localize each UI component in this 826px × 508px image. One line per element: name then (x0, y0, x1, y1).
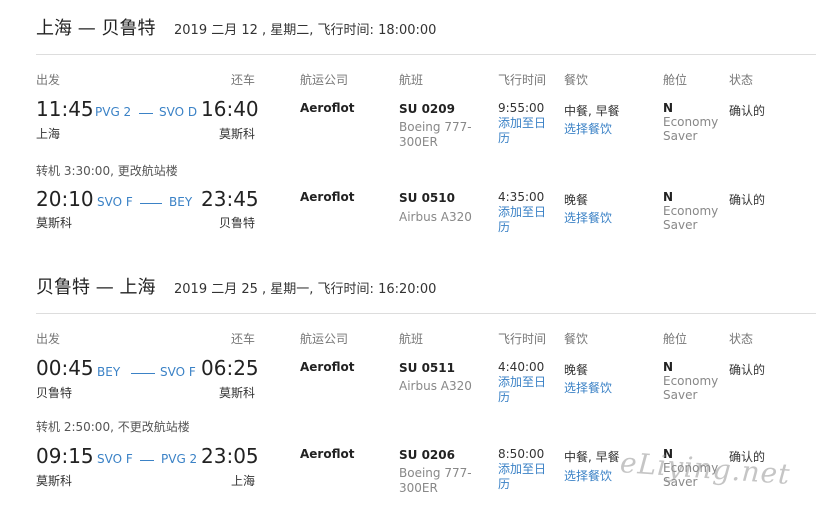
departure-city: 莫斯科 (36, 474, 73, 488)
arrival-time: 23:05 (201, 444, 259, 468)
meal-info: 晚餐 (564, 363, 589, 377)
arrival-city: 莫斯科 (219, 127, 256, 141)
cabin-class: Economy Saver (663, 204, 719, 232)
add-to-calendar-link[interactable]: 添加至日历 (498, 116, 550, 146)
departure-time: 11:45 (36, 97, 94, 121)
arrival-time: 23:45 (201, 187, 259, 211)
route-meta: 2019 二月 12 , 星期二, 飞行时间: 18:00:00 (174, 23, 437, 38)
departure-city: 上海 (36, 127, 61, 141)
choose-meal-link[interactable]: 选择餐饮 (564, 469, 612, 484)
cabin-class: Economy Saver (663, 115, 719, 143)
meal-info: 晚餐 (564, 193, 589, 207)
header-cabin: 舱位 (663, 73, 688, 87)
divider (36, 313, 816, 314)
arrival-airport: SVO D (159, 105, 198, 119)
flight-duration: 4:40:00 (498, 360, 545, 374)
status-text: 确认的 (729, 363, 766, 377)
flight-number: SU 0510 (399, 191, 455, 205)
header-duration: 飞行时间 (498, 332, 547, 346)
departure-airport: SVO F (97, 195, 133, 209)
departure-city: 莫斯科 (36, 216, 73, 230)
route-title: 上海 — 贝鲁特 (36, 18, 156, 39)
route-title: 贝鲁特 — 上海 (36, 277, 156, 298)
departure-city: 贝鲁特 (36, 386, 73, 400)
arrival-city: 上海 (231, 474, 256, 488)
header-arrive: 还车 (231, 73, 256, 87)
header-depart: 出发 (36, 73, 61, 87)
arrival-time: 06:25 (201, 356, 259, 380)
flight-number: SU 0511 (399, 361, 455, 375)
route-meta: 2019 二月 25 , 星期一, 飞行时间: 16:20:00 (174, 282, 437, 297)
header-depart: 出发 (36, 332, 61, 346)
flight-duration: 9:55:00 (498, 101, 545, 115)
choose-meal-link[interactable]: 选择餐饮 (564, 211, 612, 226)
header-cabin: 舱位 (663, 332, 688, 346)
aircraft-type: Boeing 777-300ER (399, 466, 472, 495)
connection-info: 转机 2:50:00, 不更改航站楼 (36, 420, 190, 434)
carrier-name: Aeroflot (300, 101, 355, 115)
arrival-airport: BEY (169, 195, 193, 209)
departure-time: 00:45 (36, 356, 94, 380)
add-to-calendar-link[interactable]: 添加至日历 (498, 205, 550, 235)
cabin-code: N (663, 190, 674, 204)
divider (36, 54, 816, 55)
header-carrier: 航运公司 (300, 73, 349, 87)
header-duration: 飞行时间 (498, 73, 547, 87)
flight-duration: 8:50:00 (498, 447, 545, 461)
departure-airport: SVO F (97, 452, 133, 466)
header-status: 状态 (729, 332, 754, 346)
arrival-city: 贝鲁特 (219, 216, 256, 230)
add-to-calendar-link[interactable]: 添加至日历 (498, 375, 550, 405)
carrier-name: Aeroflot (300, 447, 355, 461)
header-carrier: 航运公司 (300, 332, 349, 346)
meal-info: 中餐, 早餐 (564, 450, 620, 464)
route-line (140, 203, 162, 204)
arrival-time: 16:40 (201, 97, 259, 121)
status-text: 确认的 (729, 193, 766, 207)
carrier-name: Aeroflot (300, 190, 355, 204)
aircraft-type: Airbus A320 (399, 379, 472, 393)
departure-airport: PVG 2 (95, 105, 132, 119)
route-line (131, 373, 155, 374)
cabin-code: N (663, 101, 674, 115)
route-line (139, 113, 153, 114)
header-flight: 航班 (399, 73, 424, 87)
departure-time: 20:10 (36, 187, 94, 211)
route-line (140, 460, 154, 461)
carrier-name: Aeroflot (300, 360, 355, 374)
choose-meal-link[interactable]: 选择餐饮 (564, 381, 612, 396)
header-flight: 航班 (399, 332, 424, 346)
add-to-calendar-link[interactable]: 添加至日历 (498, 462, 550, 492)
aircraft-type: Boeing 777-300ER (399, 120, 472, 149)
header-arrive: 还车 (231, 332, 256, 346)
header-meal: 餐饮 (564, 73, 589, 87)
departure-airport: BEY (97, 365, 121, 379)
cabin-class: Economy Saver (663, 374, 719, 402)
arrival-city: 莫斯科 (219, 386, 256, 400)
flight-number: SU 0206 (399, 448, 455, 462)
status-text: 确认的 (729, 104, 766, 118)
arrival-airport: SVO F (160, 365, 196, 379)
meal-info: 中餐, 早餐 (564, 104, 620, 118)
flight-number: SU 0209 (399, 102, 455, 116)
departure-time: 09:15 (36, 444, 94, 468)
aircraft-type: Airbus A320 (399, 210, 472, 224)
header-status: 状态 (729, 73, 754, 87)
site-watermark: eLiying.net (619, 446, 792, 491)
cabin-code: N (663, 360, 674, 374)
connection-info: 转机 3:30:00, 更改航站楼 (36, 164, 178, 178)
header-meal: 餐饮 (564, 332, 589, 346)
flight-duration: 4:35:00 (498, 190, 545, 204)
choose-meal-link[interactable]: 选择餐饮 (564, 122, 612, 137)
arrival-airport: PVG 2 (161, 452, 198, 466)
